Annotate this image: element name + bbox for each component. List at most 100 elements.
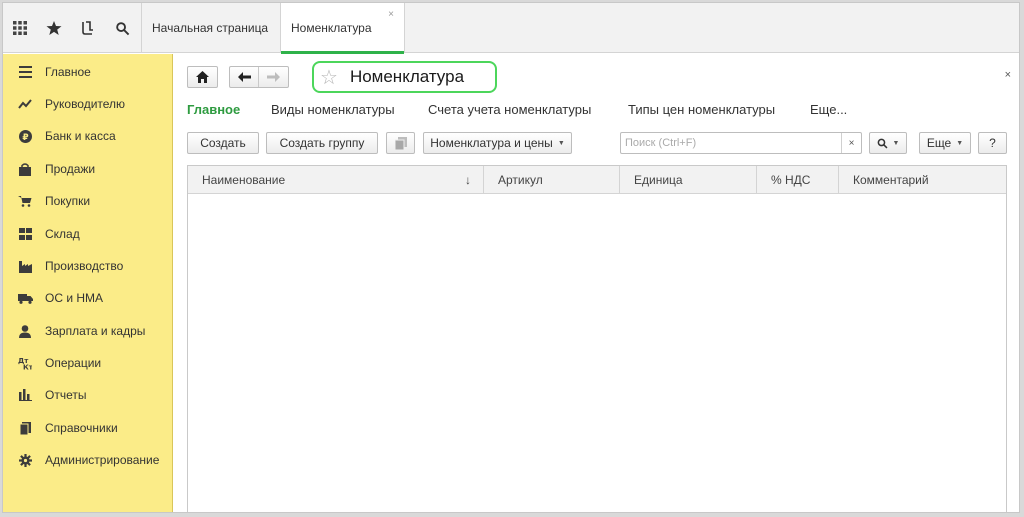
sidebar-item-label: Банк и касса <box>45 129 116 143</box>
svg-text:₽: ₽ <box>22 133 28 143</box>
debit-credit-icon: Дт Кт <box>17 356 33 370</box>
sidebar-item-label: Администрирование <box>45 453 160 467</box>
nomenclature-prices-button[interactable]: Номенклатура и цены ▼ <box>423 132 572 154</box>
column-label: Единица <box>634 173 683 187</box>
sidebar-item-sales[interactable]: Продажи <box>3 155 173 183</box>
copy-icon <box>394 136 407 150</box>
more-button[interactable]: Еще ▼ <box>919 132 971 154</box>
sidebar-item-production[interactable]: Производство <box>3 252 173 280</box>
factory-icon <box>17 260 33 273</box>
app-window: Начальная страница Номенклатура × Главно… <box>2 2 1020 513</box>
sidebar-item-manager[interactable]: Руководителю <box>3 90 173 118</box>
sort-down-icon: ↓ <box>465 173 471 187</box>
sidebar-item-bank[interactable]: ₽ Банк и касса <box>3 122 173 150</box>
column-header-unit[interactable]: Единица <box>619 166 756 194</box>
subnav-more[interactable]: Еще... <box>810 102 847 117</box>
tab-close-icon[interactable]: × <box>388 9 394 20</box>
sidebar-item-administration[interactable]: Администрирование <box>3 446 173 474</box>
sidebar-item-label: Покупки <box>45 194 91 208</box>
button-label: Еще <box>926 136 952 150</box>
column-header-article[interactable]: Артикул <box>483 166 619 194</box>
tab-divider <box>404 3 405 53</box>
subnav-nomenclature-types[interactable]: Виды номенклатуры <box>271 102 395 117</box>
sidebar-item-label: ОС и НМА <box>45 291 104 305</box>
column-label: Наименование <box>202 173 286 187</box>
tab-nomenclature[interactable]: Номенклатура × <box>280 3 404 54</box>
svg-text:Кт: Кт <box>23 364 32 371</box>
home-icon <box>196 71 209 83</box>
person-icon <box>17 324 33 338</box>
help-button[interactable]: ? <box>978 132 1007 154</box>
search-icon <box>877 138 888 149</box>
search-clear-icon[interactable]: × <box>841 133 861 153</box>
create-group-button[interactable]: Создать группу <box>266 132 378 154</box>
page-title-box: ☆ Номенклатура <box>312 61 497 93</box>
sidebar: Главное Руководителю ₽ Банк и касса Прод… <box>3 54 173 512</box>
column-header-comment[interactable]: Комментарий <box>838 166 1006 194</box>
subnav-main[interactable]: Главное <box>187 102 240 117</box>
sidebar-item-label: Справочники <box>45 421 118 435</box>
main-panel: ☆ Номенклатура × Главное Виды номенклату… <box>174 54 1019 512</box>
sidebar-item-purchases[interactable]: Покупки <box>3 187 173 215</box>
favorite-star-icon[interactable]: ☆ <box>320 65 338 90</box>
sidebar-item-label: Продажи <box>45 162 96 176</box>
apps-grid-icon[interactable] <box>3 3 37 53</box>
column-header-vat[interactable]: % НДС <box>756 166 838 194</box>
forward-button[interactable] <box>259 67 288 87</box>
search-icon[interactable] <box>105 3 139 53</box>
sidebar-item-label: Производство <box>45 259 124 273</box>
home-button[interactable] <box>187 66 218 88</box>
arrow-right-icon <box>267 72 280 82</box>
tab-home-page[interactable]: Начальная страница <box>141 3 279 53</box>
trend-chart-icon <box>17 98 33 110</box>
shopping-bag-icon <box>17 162 33 176</box>
tab-label: Номенклатура <box>291 21 372 35</box>
sidebar-item-fixed-assets[interactable]: ОС и НМА <box>3 284 173 312</box>
sidebar-item-label: Зарплата и кадры <box>45 324 146 338</box>
search-options-button[interactable]: ▼ <box>869 132 907 154</box>
caret-down-icon: ▼ <box>892 139 900 147</box>
truck-icon <box>17 293 33 304</box>
menu-lines-icon <box>17 66 33 78</box>
search-input[interactable] <box>621 133 841 153</box>
ruble-coin-icon: ₽ <box>17 129 33 143</box>
button-label: Номенклатура и цены <box>430 136 553 150</box>
gear-icon <box>17 453 33 467</box>
nomenclature-table: Наименование ↓ Артикул Единица % НДС Ком… <box>187 165 1007 512</box>
page-title: Номенклатура <box>349 67 465 86</box>
sidebar-item-label: Склад <box>45 227 80 241</box>
column-label: Артикул <box>498 173 543 187</box>
sidebar-item-label: Главное <box>45 65 91 79</box>
subnav-price-types[interactable]: Типы цен номенклатуры <box>628 102 775 117</box>
sidebar-item-label: Отчеты <box>45 388 87 402</box>
history-nav <box>229 66 289 88</box>
sidebar-item-label: Руководителю <box>45 97 126 111</box>
sidebar-item-salary[interactable]: Зарплата и кадры <box>3 317 173 345</box>
sidebar-item-main[interactable]: Главное <box>3 58 173 86</box>
arrow-left-icon <box>237 72 251 82</box>
close-form-icon[interactable]: × <box>1005 69 1011 81</box>
column-label: % НДС <box>771 173 811 187</box>
caret-down-icon: ▼ <box>557 139 565 147</box>
column-header-name[interactable]: Наименование ↓ <box>188 166 483 194</box>
history-icon[interactable] <box>71 3 105 53</box>
book-icon <box>17 421 33 435</box>
subnav-accounting-accounts[interactable]: Счета учета номенклатуры <box>428 102 591 117</box>
back-button[interactable] <box>230 67 259 87</box>
sidebar-item-warehouse[interactable]: Склад <box>3 220 173 248</box>
favorites-star-icon[interactable] <box>37 3 71 53</box>
sidebar-item-label: Операции <box>45 356 102 370</box>
warehouse-grid-icon <box>17 228 33 240</box>
sidebar-item-operations[interactable]: Дт Кт Операции <box>3 349 173 377</box>
caret-down-icon: ▼ <box>956 139 964 147</box>
sidebar-item-reports[interactable]: Отчеты <box>3 381 173 409</box>
column-label: Комментарий <box>853 173 929 187</box>
bar-chart-icon <box>17 389 33 401</box>
search-box: × <box>620 132 862 154</box>
copy-button[interactable] <box>386 132 415 154</box>
table-header: Наименование ↓ Артикул Единица % НДС Ком… <box>188 166 1006 194</box>
top-bar: Начальная страница Номенклатура × <box>3 3 1019 54</box>
tab-label: Начальная страница <box>152 21 269 35</box>
sidebar-item-directories[interactable]: Справочники <box>3 414 173 442</box>
create-button[interactable]: Создать <box>187 132 259 154</box>
